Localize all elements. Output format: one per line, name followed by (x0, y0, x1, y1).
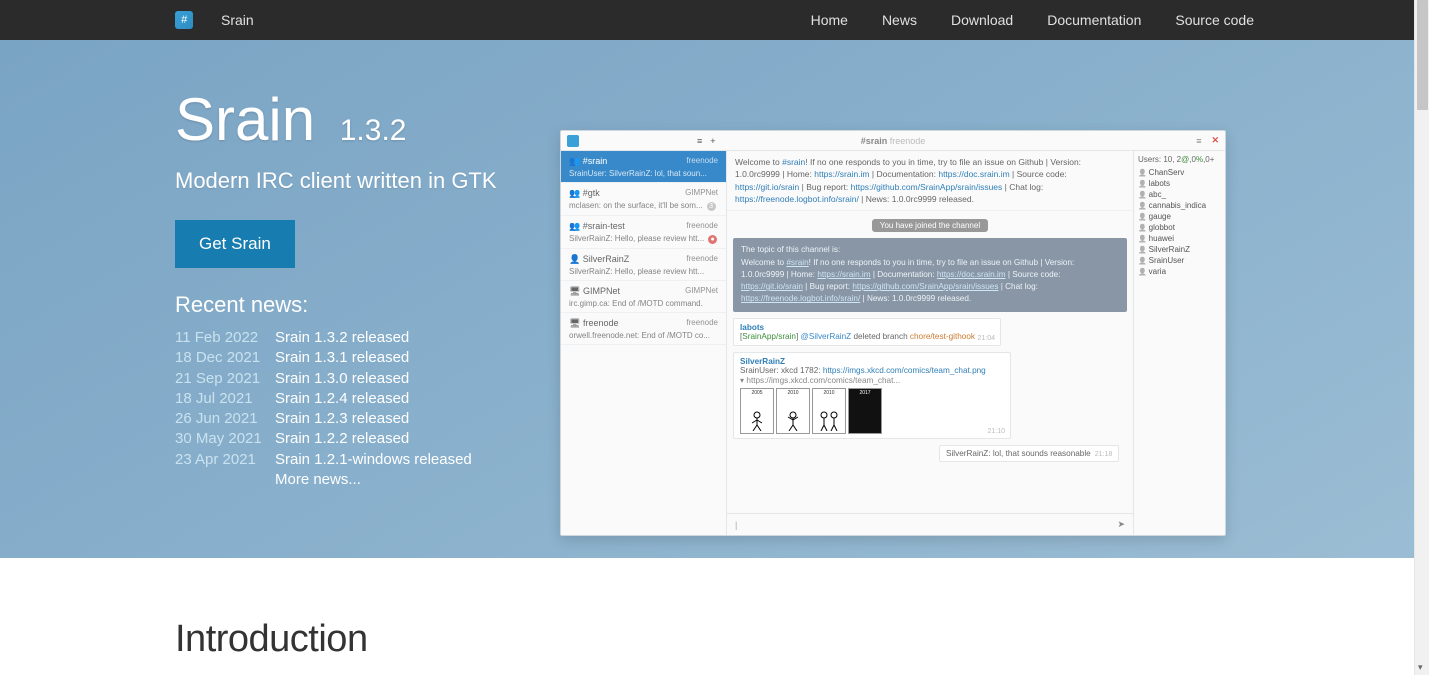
channel-item: 🖥 freenodefreenode orwell.freenode.net: … (561, 313, 726, 345)
news-date: 11 Feb 2022 (175, 328, 261, 348)
news-link[interactable]: Srain 1.2.2 released (275, 429, 409, 449)
user-item: varia (1138, 266, 1221, 277)
nav-download[interactable]: Download (951, 12, 1013, 28)
message: SilverRainZ SrainUser: xkcd 1782: https:… (733, 352, 1011, 439)
app-screenshot: ≡ + #srain freenode ≡ ✕ 👥 #srainfreenode… (560, 130, 1226, 536)
user-item: SilverRainZ (1138, 244, 1221, 255)
user-item: globbot (1138, 222, 1221, 233)
scroll-down-icon[interactable]: ▾ (1418, 662, 1423, 673)
introduction-heading: Introduction (175, 618, 1429, 661)
hamburger-icon: ≡ (697, 136, 702, 146)
page-title: Srain 1.3.2 (175, 90, 406, 150)
hero: Srain 1.3.2 Modern IRC client written in… (0, 40, 1429, 558)
news-link[interactable]: Srain 1.2.3 released (275, 409, 409, 429)
user-item: abc_ (1138, 189, 1221, 200)
user-item: labots (1138, 178, 1221, 189)
message: labots [SrainApp/srain] @SilverRainZ del… (733, 318, 1001, 346)
news-date: 18 Jul 2021 (175, 389, 261, 409)
user-item: cannabis_indica (1138, 200, 1221, 211)
page-scrollbar[interactable]: ▾ (1414, 0, 1429, 675)
shot-input: | ➤ (727, 513, 1133, 535)
menu-icon: ≡ (1196, 136, 1201, 146)
channel-item: 🖥 GIMPNetGIMPNet irc.gimp.ca: End of /MO… (561, 281, 726, 313)
plus-icon: + (710, 136, 715, 146)
user-item: huawei (1138, 233, 1221, 244)
nav-source-code[interactable]: Source code (1175, 12, 1254, 28)
xkcd-comic: 2005 2010 2010 2017 (740, 388, 1004, 434)
nav-links: Home News Download Documentation Source … (811, 12, 1254, 28)
news-date: 18 Dec 2021 (175, 348, 261, 368)
news-link[interactable]: Srain 1.2.4 released (275, 389, 409, 409)
news-date: 21 Sep 2021 (175, 369, 261, 389)
nav-documentation[interactable]: Documentation (1047, 12, 1141, 28)
close-icon: ✕ (1211, 135, 1219, 146)
shot-header: ≡ + #srain freenode ≡ ✕ (561, 131, 1225, 151)
joined-pill: You have joined the channel (872, 219, 988, 232)
shot-title: #srain freenode (861, 136, 926, 146)
news-date: 23 Apr 2021 (175, 450, 261, 470)
shot-center: Welcome to #srain! If no one responds to… (727, 151, 1133, 535)
news-link[interactable]: Srain 1.2.1-windows released (275, 450, 472, 470)
channel-item: 👥 #srainfreenode SrainUser: SilverRainZ:… (561, 151, 726, 183)
more-news-link[interactable]: More news... (275, 470, 361, 490)
channel-item: 👥 #srain-testfreenode SilverRainZ: Hello… (561, 216, 726, 249)
introduction-section: Introduction (0, 558, 1429, 661)
shot-topic: Welcome to #srain! If no one responds to… (727, 151, 1133, 211)
user-item: ChanServ (1138, 167, 1221, 178)
scrollbar-thumb[interactable] (1417, 0, 1428, 110)
news-link[interactable]: Srain 1.3.1 released (275, 348, 409, 368)
logo-icon: # (175, 11, 193, 29)
channel-item: 👥 #gtkGIMPNet mclasen: on the surface, i… (561, 183, 726, 216)
channel-item: 👤 SilverRainZfreenode SilverRainZ: Hello… (561, 249, 726, 281)
version: 1.3.2 (340, 114, 407, 147)
user-item: gauge (1138, 211, 1221, 222)
nav-home[interactable]: Home (811, 12, 848, 28)
news-date: 30 May 2021 (175, 429, 261, 449)
topic-box: The topic of this channel is: Welcome to… (733, 238, 1127, 311)
brand-link[interactable]: Srain (221, 12, 254, 28)
shot-logo-icon (567, 135, 579, 147)
navbar: # Srain Home News Download Documentation… (0, 0, 1429, 40)
nav-news[interactable]: News (882, 12, 917, 28)
reply-message: SilverRainZ: lol, that sounds reasonable… (939, 445, 1119, 462)
get-srain-button[interactable]: Get Srain (175, 220, 295, 268)
shot-sidebar: 👥 #srainfreenode SrainUser: SilverRainZ:… (561, 151, 727, 535)
shot-users: Users: 10, 2@,0%,0+ ChanServ labots abc_… (1133, 151, 1225, 535)
news-link[interactable]: Srain 1.3.2 released (275, 328, 409, 348)
news-link[interactable]: Srain 1.3.0 released (275, 369, 409, 389)
send-icon: ➤ (1117, 519, 1125, 530)
news-date: 26 Jun 2021 (175, 409, 261, 429)
user-item: SrainUser (1138, 255, 1221, 266)
